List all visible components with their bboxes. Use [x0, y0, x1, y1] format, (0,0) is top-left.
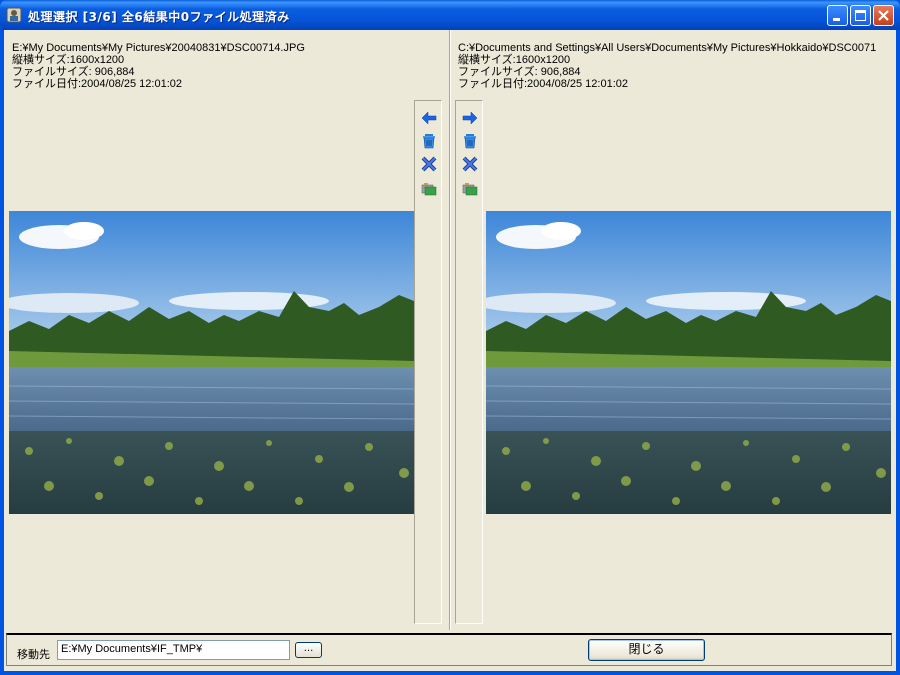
right-file-info: C:¥Documents and Settings¥All Users¥Docu…	[458, 42, 893, 90]
destination-input[interactable]: E:¥My Documents¥IF_TMP¥	[57, 640, 290, 660]
left-action-toolbar	[414, 100, 442, 624]
left-image-preview	[9, 211, 414, 514]
window-title: 処理選択 [3/6] 全6結果中0ファイル処理済み	[28, 10, 290, 24]
right-file-path: C:¥Documents and Settings¥All Users¥Docu…	[458, 42, 877, 54]
right-file-date: ファイル日付:2004/08/25 12:01:02	[458, 78, 628, 90]
right-image-preview	[486, 211, 891, 514]
browse-button[interactable]: ...	[295, 642, 322, 658]
delete-x-icon[interactable]	[420, 155, 438, 173]
left-file-dimensions: 縦横サイズ:1600x1200	[12, 54, 125, 66]
title-bar[interactable]: 処理選択 [3/6] 全6結果中0ファイル処理済み	[0, 0, 900, 30]
close-icon	[878, 10, 889, 21]
dialog-window: 処理選択 [3/6] 全6結果中0ファイル処理済み E:¥My Document…	[0, 0, 900, 675]
close-window-button[interactable]	[873, 5, 894, 26]
left-file-size: ファイルサイズ: 906,884	[12, 66, 135, 78]
panel-splitter[interactable]	[449, 30, 451, 630]
left-file-path: E:¥My Documents¥My Pictures¥20040831¥DSC…	[12, 42, 305, 54]
destination-label: 移動先	[17, 649, 50, 661]
move-folder-icon[interactable]	[420, 179, 438, 197]
right-file-dimensions: 縦横サイズ:1600x1200	[458, 54, 571, 66]
bottom-panel: 移動先 E:¥My Documents¥IF_TMP¥ ... 閉じる	[6, 633, 892, 666]
arrow-left-icon[interactable]	[420, 109, 438, 127]
maximize-button[interactable]	[850, 5, 871, 26]
right-action-toolbar	[455, 100, 483, 624]
left-file-info: E:¥My Documents¥My Pictures¥20040831¥DSC…	[12, 42, 412, 90]
trash-icon[interactable]	[420, 132, 438, 150]
right-file-size: ファイルサイズ: 906,884	[458, 66, 581, 78]
left-file-date: ファイル日付:2004/08/25 12:01:02	[12, 78, 182, 90]
move-folder-icon[interactable]	[461, 179, 479, 197]
minimize-button[interactable]	[827, 5, 848, 26]
minimize-icon	[833, 18, 840, 21]
delete-x-icon[interactable]	[461, 155, 479, 173]
app-icon	[6, 7, 22, 23]
maximize-icon	[855, 10, 866, 21]
trash-icon[interactable]	[461, 132, 479, 150]
arrow-right-icon[interactable]	[461, 109, 479, 127]
dialog-client: E:¥My Documents¥My Pictures¥20040831¥DSC…	[4, 30, 896, 671]
close-button[interactable]: 閉じる	[588, 639, 705, 661]
